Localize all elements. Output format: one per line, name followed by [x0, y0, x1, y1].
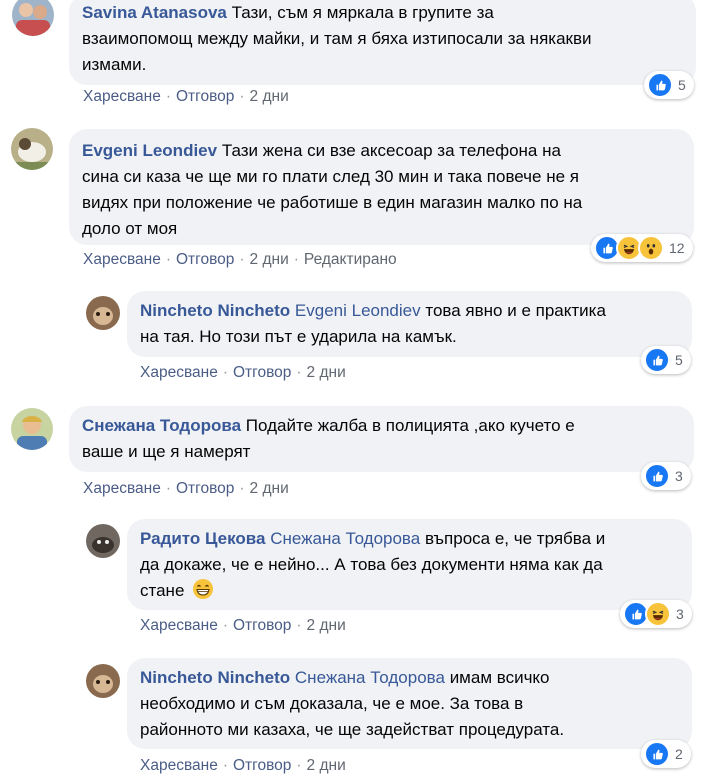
timestamp[interactable]: 2 дни: [250, 88, 289, 105]
author-link[interactable]: Nincheto Nincheto: [140, 668, 290, 687]
mention-link[interactable]: Снежана Тодорова: [295, 668, 445, 687]
avatar[interactable]: [11, 408, 53, 450]
timestamp[interactable]: 2 дни: [250, 251, 289, 268]
comment-actions: Харесване · Отговор · 2 дни: [140, 617, 346, 634]
timestamp[interactable]: 2 дни: [307, 757, 346, 774]
like-button[interactable]: Харесване: [83, 88, 161, 105]
like-reaction-icon: [644, 463, 670, 489]
comment-actions: Харесване · Отговор · 2 дни: [140, 364, 346, 381]
reaction-summary[interactable]: 5: [644, 71, 694, 99]
grinning-emoji-icon: [192, 578, 214, 608]
timestamp[interactable]: 2 дни: [307, 617, 346, 634]
like-reaction-icon: [644, 347, 670, 373]
reaction-count: 2: [675, 746, 683, 762]
comment-text: стане: [140, 581, 185, 600]
comment-actions: Харесване · Отговор · 2 дни: [140, 757, 346, 774]
comment-bubble: Радито Цекова Снежана Тодорова въпроса е…: [127, 519, 692, 610]
comment-actions: Харесване · Отговор · 2 дни: [83, 480, 289, 497]
avatar[interactable]: [86, 296, 120, 330]
reaction-count: 3: [675, 468, 683, 484]
comment-text: доло от моя: [82, 219, 178, 238]
comment-text: ваше и ще я намерят: [82, 442, 251, 461]
like-button[interactable]: Харесване: [140, 757, 218, 774]
author-link[interactable]: Savina Atanasova: [82, 3, 227, 22]
mention-link[interactable]: Снежана Тодорова: [270, 529, 420, 548]
comment-bubble: Снежана Тодорова Подайте жалба в полиция…: [69, 406, 694, 472]
avatar[interactable]: [11, 128, 53, 170]
comment-actions: Харесване · Отговор · 2 дни: [83, 88, 289, 105]
like-reaction-icon: [647, 72, 673, 98]
reply-button[interactable]: Отговор: [176, 88, 234, 105]
reply-button[interactable]: Отговор: [176, 480, 234, 497]
reaction-summary[interactable]: 5: [641, 346, 691, 374]
reply-button[interactable]: Отговор: [176, 251, 234, 268]
comment-text: да докаже, че е нейно... А това без доку…: [140, 555, 603, 574]
avatar[interactable]: [86, 664, 120, 698]
comment-text: измами.: [82, 55, 147, 74]
like-button[interactable]: Харесване: [83, 480, 161, 497]
reaction-count: 3: [676, 606, 684, 622]
comment-bubble: Savina Atanasova Тази, съм я мяркала в г…: [69, 0, 696, 85]
comment-text: видях при положение че работише в един м…: [82, 193, 583, 212]
comment-bubble: Nincheto Nincheto Evgeni Leondiev това я…: [127, 291, 692, 357]
reaction-summary[interactable]: 2: [641, 740, 691, 768]
comment-text: необходимо и съм доказала, че е мое. За …: [140, 694, 524, 713]
reaction-summary[interactable]: 3: [620, 600, 692, 628]
timestamp[interactable]: 2 дни: [307, 364, 346, 381]
comment-text: Тази жена си взе аксесоар за телефона на: [221, 141, 561, 160]
like-button[interactable]: Харесване: [140, 617, 218, 634]
like-button[interactable]: Харесване: [140, 364, 218, 381]
comment-text: на тая. Но този път е ударила на камък.: [140, 327, 457, 346]
avatar[interactable]: [12, 0, 54, 36]
author-link[interactable]: Evgeni Leondiev: [82, 141, 217, 160]
comment-text: въпроса е, че трябва и: [424, 529, 606, 548]
avatar[interactable]: [86, 524, 120, 558]
comment-text: сина си каза че ще ми го плати след 30 м…: [82, 167, 579, 186]
comment-text: това явно и е практика: [425, 301, 606, 320]
mention-link[interactable]: Evgeni Leondiev: [295, 301, 421, 320]
reaction-count: 5: [675, 352, 683, 368]
comment-text: районното ми казаха, че ще задействат пр…: [140, 720, 565, 739]
author-link[interactable]: Снежана Тодорова: [82, 416, 241, 435]
comment-text: Подайте жалба в полицията ,ако кучето е: [245, 416, 575, 435]
comment-actions: Харесване · Отговор · 2 дни · Редактирано: [83, 251, 397, 268]
reply-button[interactable]: Отговор: [233, 617, 291, 634]
reply-button[interactable]: Отговор: [233, 757, 291, 774]
like-reaction-icon: [644, 741, 670, 767]
reaction-count: 5: [678, 77, 686, 93]
reaction-count: 12: [669, 240, 685, 256]
reaction-summary[interactable]: 3: [641, 462, 691, 490]
timestamp[interactable]: 2 дни: [250, 480, 289, 497]
comment-bubble: Nincheto Nincheto Снежана Тодорова имам …: [127, 658, 692, 749]
comment-bubble: Evgeni Leondiev Тази жена си взе аксесоа…: [69, 129, 694, 245]
edited-label[interactable]: Редактирано: [304, 251, 397, 268]
reply-button[interactable]: Отговор: [233, 364, 291, 381]
comment-text: имам всичко: [449, 668, 550, 687]
like-button[interactable]: Харесване: [83, 251, 161, 268]
author-link[interactable]: Nincheto Nincheto: [140, 301, 290, 320]
comment-text: взаимопомощ между майки, и там я бяха из…: [82, 29, 592, 48]
reaction-summary[interactable]: 12: [591, 234, 693, 262]
author-link[interactable]: Радито Цекова: [140, 529, 265, 548]
wow-reaction-icon: [638, 235, 664, 261]
haha-reaction-icon: [645, 601, 671, 627]
comment-text: Тази, съм я мяркала в групите за: [231, 3, 494, 22]
